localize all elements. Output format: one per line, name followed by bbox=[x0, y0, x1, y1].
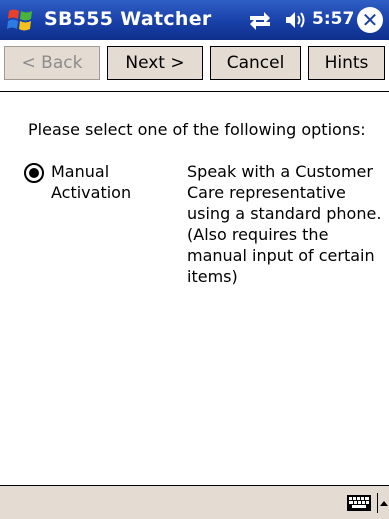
manual-activation-radio[interactable] bbox=[24, 163, 44, 183]
instruction-text: Please select one of the following optio… bbox=[28, 120, 366, 139]
bottom-bar bbox=[0, 485, 389, 519]
app-title: SB555 Watcher bbox=[44, 8, 212, 30]
close-button[interactable]: ✕ bbox=[357, 7, 383, 33]
manual-activation-label[interactable]: Manual Activation bbox=[51, 161, 171, 203]
back-button[interactable]: < Back bbox=[4, 46, 100, 80]
clock[interactable]: 5:57 bbox=[312, 9, 354, 29]
connectivity-icon[interactable] bbox=[248, 10, 272, 30]
title-bar: SB555 Watcher 5:57 ✕ bbox=[0, 0, 389, 40]
next-button[interactable]: Next > bbox=[107, 46, 203, 80]
windows-flag-icon[interactable] bbox=[6, 5, 36, 35]
manual-activation-description: Speak with a Customer Care representativ… bbox=[187, 162, 382, 286]
radio-selected-dot bbox=[29, 168, 39, 178]
cancel-button[interactable]: Cancel bbox=[210, 46, 301, 80]
hints-button[interactable]: Hints bbox=[308, 46, 385, 80]
wizard-toolbar: < Back Next > Cancel Hints bbox=[0, 40, 389, 92]
volume-icon[interactable] bbox=[284, 10, 306, 30]
input-menu-arrow-icon[interactable] bbox=[376, 492, 388, 514]
keyboard-icon[interactable] bbox=[346, 493, 372, 513]
